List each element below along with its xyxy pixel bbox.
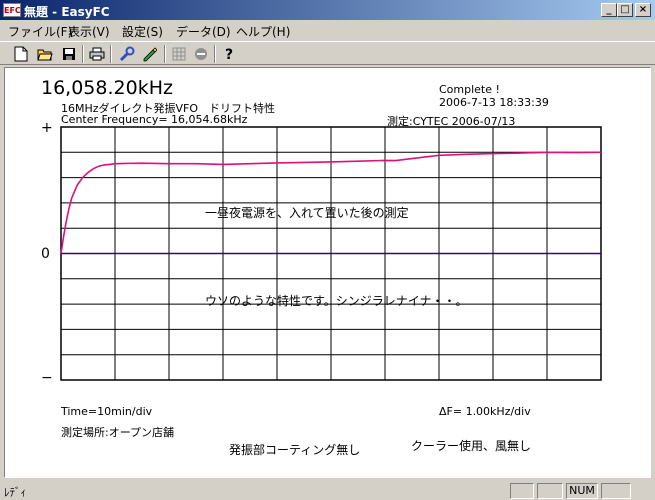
app-icon: EFC (3, 3, 21, 17)
menu-help[interactable]: ヘルプ(H) (236, 23, 290, 40)
svg-text:?: ? (225, 47, 233, 62)
comment-cooler: クーラー使用、風無し (411, 439, 532, 453)
menu-file[interactable]: ファイル(F) (8, 23, 72, 40)
title-bar: EFC 無題 - EasyFC _ □ × (0, 0, 655, 20)
print-icon[interactable] (88, 45, 106, 63)
status-panel (537, 483, 563, 499)
new-icon[interactable] (12, 45, 30, 63)
menu-data[interactable]: データ(D) (176, 23, 231, 40)
toolbar-separator (214, 45, 216, 63)
toolbar-separator (110, 45, 112, 63)
note-characteristic: ウソのような特性です。シンジラレナイナ・・。 (205, 294, 468, 308)
pencil-icon[interactable] (140, 45, 158, 63)
status-panel (510, 483, 534, 499)
toolbar: ? (0, 41, 655, 65)
minimize-button[interactable]: _ (601, 3, 617, 17)
note-overnight: 一昼夜電源を、入れて置いた後の測定 (205, 206, 409, 220)
menu-settings[interactable]: 設定(S) (122, 23, 163, 40)
menu-view[interactable]: 表示(V) (68, 23, 110, 40)
window-title: 無題 - EasyFC (24, 5, 110, 19)
measurement-location: 測定場所:オープン店舗 (61, 426, 175, 439)
wrench-icon[interactable] (118, 45, 136, 63)
status-panel (601, 483, 631, 499)
grid-icon[interactable] (170, 45, 188, 63)
menu-bar: ファイル(F) 表示(V) 設定(S) データ(D) ヘルプ(H) (0, 20, 655, 40)
maximize-button[interactable]: □ (617, 3, 633, 17)
toolbar-separator (82, 45, 84, 63)
open-icon[interactable] (36, 45, 54, 63)
help-icon[interactable]: ? (220, 45, 238, 63)
status-text: ﾚﾃﾞｨ (4, 486, 26, 499)
status-bar: ﾚﾃﾞｨ NUM (0, 481, 655, 500)
close-button[interactable]: × (635, 3, 651, 17)
toolbar-separator (164, 45, 166, 63)
measurement-canvas: 16,058.20kHz 16MHzダイレクト発振VFO ドリフト特性 Cent… (4, 67, 651, 478)
num-lock-indicator: NUM (566, 483, 598, 499)
frequency-per-division: ΔF= 1.00kHz/div (439, 405, 531, 418)
comment-coating: 発振部コーティング無し (229, 443, 361, 457)
stop-icon[interactable] (192, 45, 210, 63)
time-per-division: Time=10min/div (61, 405, 153, 418)
save-icon[interactable] (60, 45, 78, 63)
